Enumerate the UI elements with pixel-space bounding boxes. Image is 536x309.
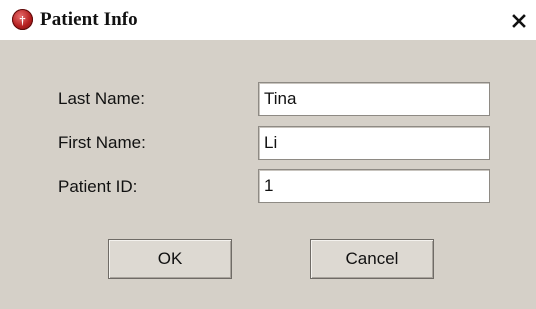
cancel-button[interactable]: Cancel [310, 239, 434, 279]
svg-text:†: † [20, 13, 26, 26]
close-icon [512, 14, 526, 28]
first-name-label: First Name: [58, 133, 146, 152]
window-title: Patient Info [40, 9, 138, 30]
first-name-field[interactable] [258, 126, 490, 160]
dialog-body: Last Name: First Name: Patient ID: OK Ca… [0, 40, 536, 309]
patient-id-label: Patient ID: [58, 177, 138, 196]
ok-button[interactable]: OK [108, 239, 232, 279]
close-button[interactable] [504, 7, 534, 35]
patient-info-dialog: † Patient Info Last Name: First Name: Pa… [0, 0, 536, 309]
patient-id-field[interactable] [258, 169, 490, 203]
last-name-label: Last Name: [58, 89, 145, 108]
last-name-field[interactable] [258, 82, 490, 116]
title-bar[interactable]: † Patient Info [0, 0, 536, 40]
app-logo-icon: † [12, 9, 33, 30]
